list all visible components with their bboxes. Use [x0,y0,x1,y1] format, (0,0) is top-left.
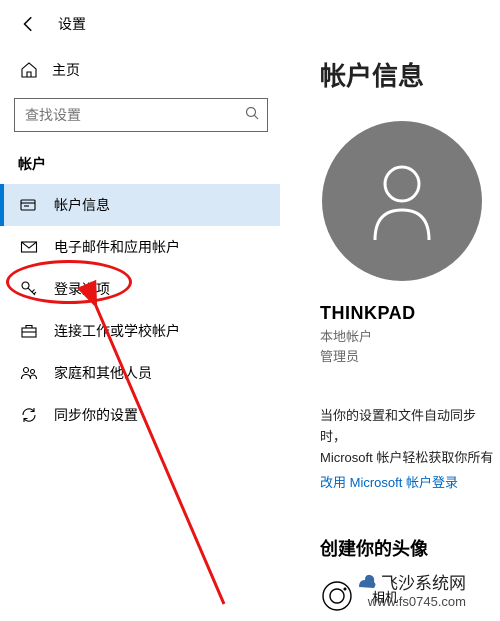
camera-icon [320,579,354,613]
home-icon [20,61,38,79]
people-icon [20,364,38,382]
content-area: 帐户信息 THINKPAD 本地帐户 管理员 当你的设置和文件自动同步时， Mi… [280,44,500,621]
sidebar-item-label: 同步你的设置 [54,405,138,425]
sidebar-item-label: 连接工作或学校帐户 [54,321,180,341]
watermark-logo-icon [355,571,377,593]
app-title: 设置 [58,14,86,34]
card-icon [20,196,38,214]
back-icon[interactable] [20,15,38,33]
email-icon [20,238,38,256]
sidebar-item-label: 登录选项 [54,279,110,299]
search-input[interactable] [25,107,245,123]
account-type: 本地帐户 [320,327,500,347]
search-box[interactable] [14,98,268,132]
sidebar-item-signin-options[interactable]: 登录选项 [0,268,280,310]
category-header: 帐户 [0,140,280,184]
sidebar-item-work-school[interactable]: 连接工作或学校帐户 [0,310,280,352]
sidebar-item-family[interactable]: 家庭和其他人员 [0,352,280,394]
search-icon [245,106,259,125]
briefcase-icon [20,322,38,340]
sidebar-item-sync[interactable]: 同步你的设置 [0,394,280,436]
sidebar-home[interactable]: 主页 [0,52,280,88]
person-icon [367,160,437,242]
watermark: 飞沙系统网 www.fs0745.com [355,569,466,609]
sync-icon [20,406,38,424]
switch-microsoft-account-link[interactable]: 改用 Microsoft 帐户登录 [320,472,500,491]
avatar [322,121,482,281]
create-avatar-heading: 创建你的头像 [320,535,500,561]
account-role: 管理员 [320,347,500,367]
key-icon [20,280,38,298]
username: THINKPAD [320,303,500,324]
home-label: 主页 [52,60,80,80]
sidebar-item-account-info[interactable]: 帐户信息 [0,184,280,226]
sidebar-item-email[interactable]: 电子邮件和应用帐户 [0,226,280,268]
sidebar-item-label: 电子邮件和应用帐户 [54,237,180,257]
content-title: 帐户信息 [320,56,500,93]
watermark-title: 飞沙系统网 [381,569,466,594]
sidebar: 主页 帐户 帐户信息 电子邮件和应用帐户 登录选项 [0,44,280,621]
sidebar-item-label: 家庭和其他人员 [54,363,152,383]
sync-description: 当你的设置和文件自动同步时， Microsoft 帐户轻松获取你所有 [320,406,500,468]
watermark-url: www.fs0745.com [355,594,466,609]
sidebar-item-label: 帐户信息 [54,195,110,215]
